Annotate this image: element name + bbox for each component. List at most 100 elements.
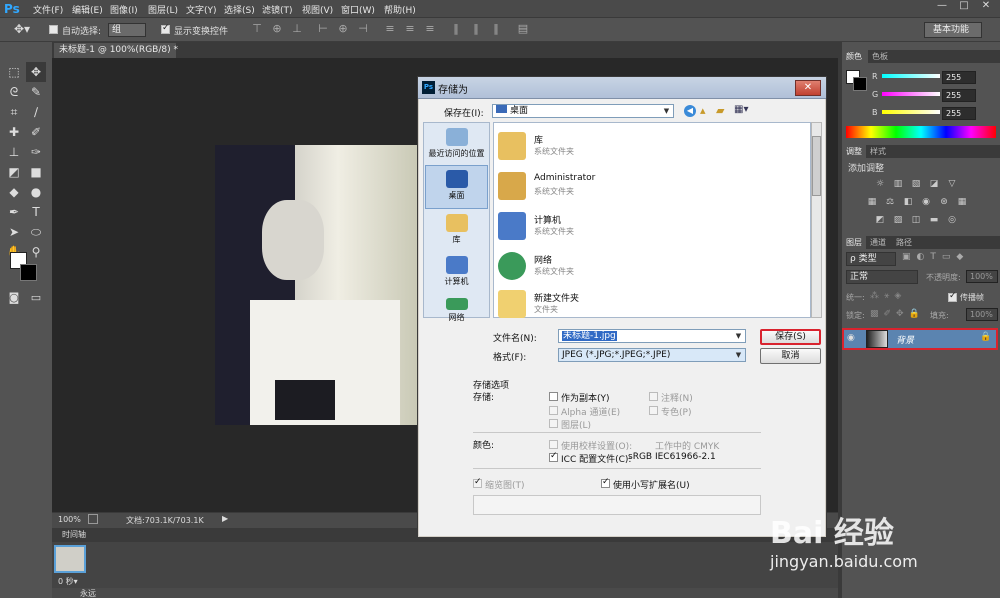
minimize-button[interactable]: —: [932, 0, 952, 14]
menu-help[interactable]: 帮助(H): [384, 3, 416, 16]
new-folder-icon[interactable]: ▰: [716, 104, 724, 117]
save-in-dropdown[interactable]: 桌面 ▼: [492, 104, 674, 118]
align-bottom-icon[interactable]: ⊥: [290, 22, 304, 36]
menu-type[interactable]: 文字(Y): [186, 3, 217, 16]
auto-select-dropdown[interactable]: 组: [108, 23, 146, 37]
path-select-tool-icon[interactable]: ➤: [4, 222, 24, 242]
type-tool-icon[interactable]: T: [26, 202, 46, 222]
background-color-swatch[interactable]: [20, 264, 37, 281]
color-spectrum-bar[interactable]: [846, 126, 996, 138]
channel-mixer-icon[interactable]: ⊛: [938, 196, 950, 208]
align-left-icon[interactable]: ⊢: [316, 22, 330, 36]
blur-tool-icon[interactable]: ◆: [4, 182, 24, 202]
move-tool-icon[interactable]: ✥: [26, 62, 46, 82]
workspace-dropdown[interactable]: 基本功能: [924, 22, 982, 38]
spot-checkbox[interactable]: [649, 406, 658, 415]
selective-color-icon[interactable]: ◎: [946, 214, 958, 226]
icc-profile-checkbox[interactable]: [549, 451, 558, 462]
b-value[interactable]: 255: [942, 107, 976, 120]
vibrance-icon[interactable]: ▽: [946, 178, 958, 190]
loop-option[interactable]: 永远: [80, 588, 96, 598]
dialog-close-button[interactable]: ✕: [795, 80, 821, 96]
menu-filter[interactable]: 滤镜(T): [262, 3, 293, 16]
brush-tool-icon[interactable]: ✐: [26, 122, 46, 142]
status-menu-arrow-icon[interactable]: ▶: [222, 514, 228, 523]
color-lookup-icon[interactable]: ▦: [956, 196, 968, 208]
tab-paths[interactable]: 路径: [892, 236, 1000, 249]
posterize-icon[interactable]: ▨: [892, 214, 904, 226]
shape-tool-icon[interactable]: ⬭: [26, 222, 46, 242]
opacity-value[interactable]: 100%: [966, 270, 998, 283]
b-slider[interactable]: [882, 110, 940, 114]
history-brush-tool-icon[interactable]: ✑: [26, 142, 46, 162]
lowercase-ext-checkbox[interactable]: [601, 477, 610, 488]
timeline-frame-thumbnail[interactable]: [54, 545, 86, 573]
back-icon[interactable]: ◀: [684, 105, 696, 117]
black-white-icon[interactable]: ◧: [902, 196, 914, 208]
status-share-icon[interactable]: [88, 514, 98, 524]
distribute-left-icon[interactable]: ‖: [449, 22, 463, 36]
notes-checkbox[interactable]: [649, 392, 658, 401]
g-slider[interactable]: [882, 92, 940, 96]
menu-layer[interactable]: 图层(L): [148, 3, 178, 16]
timeline-tab[interactable]: 时间轴: [62, 529, 86, 540]
zoom-readout[interactable]: 100%: [58, 515, 81, 524]
list-item[interactable]: 库系统文件夹: [494, 126, 794, 166]
crop-tool-icon[interactable]: ⌗: [4, 102, 24, 122]
layer-visibility-icon[interactable]: ◉: [847, 333, 855, 343]
tab-color[interactable]: 颜色: [842, 50, 868, 63]
distribute-right-icon[interactable]: ‖: [489, 22, 503, 36]
layer-filter-icons[interactable]: ▣◐T▭◆: [902, 252, 969, 262]
place-network[interactable]: 网络: [423, 294, 490, 322]
use-proof-checkbox[interactable]: [549, 440, 558, 449]
document-tab[interactable]: 未标题-1 @ 100%(RGB/8) *: [54, 43, 178, 58]
cancel-button[interactable]: 取消: [760, 348, 821, 364]
distribute-bottom-icon[interactable]: ≡: [423, 22, 437, 36]
levels-icon[interactable]: ▥: [892, 178, 904, 190]
filename-input[interactable]: 未标题-1.jpg ▼: [558, 329, 746, 343]
as-copy-checkbox[interactable]: [549, 392, 558, 401]
pen-tool-icon[interactable]: ✒: [4, 202, 24, 222]
g-value[interactable]: 255: [942, 89, 976, 102]
show-transform-checkbox[interactable]: [161, 23, 170, 34]
maximize-button[interactable]: □: [954, 0, 974, 14]
threshold-icon[interactable]: ◫: [910, 214, 922, 226]
list-item[interactable]: 计算机 系统文件夹: [494, 206, 794, 246]
close-button[interactable]: ✕: [976, 0, 996, 14]
menu-window[interactable]: 窗口(W): [341, 3, 375, 16]
distribute-top-icon[interactable]: ≡: [383, 22, 397, 36]
align-top-icon[interactable]: ⊤: [250, 22, 264, 36]
align-hcenter-icon[interactable]: ⊕: [336, 22, 350, 36]
frame-delay[interactable]: 0 秒▾: [58, 576, 78, 587]
scrollbar-thumb[interactable]: [812, 136, 821, 196]
place-recent[interactable]: 最近访问的位置: [423, 124, 490, 168]
dodge-tool-icon[interactable]: ●: [26, 182, 46, 202]
eyedropper-tool-icon[interactable]: ∕: [26, 102, 46, 122]
hue-saturation-icon[interactable]: ▦: [866, 196, 878, 208]
layer-filter-dropdown[interactable]: ρ 类型: [846, 252, 896, 266]
invert-icon[interactable]: ◩: [874, 214, 886, 226]
menu-file[interactable]: 文件(F): [33, 3, 63, 16]
distribute-vcenter-icon[interactable]: ≡: [403, 22, 417, 36]
tab-adjustments[interactable]: 调整: [842, 145, 866, 158]
eraser-tool-icon[interactable]: ◩: [4, 162, 24, 182]
color-bg-swatch[interactable]: [853, 77, 867, 91]
move-tool-preset-icon[interactable]: ✥▾: [14, 22, 30, 36]
propagate-checkbox[interactable]: [948, 291, 957, 302]
tab-styles[interactable]: 样式: [866, 145, 1000, 158]
tab-channels[interactable]: 通道: [866, 236, 892, 249]
photo-filter-icon[interactable]: ◉: [920, 196, 932, 208]
place-libraries[interactable]: 库: [423, 210, 490, 254]
r-value[interactable]: 255: [942, 71, 976, 84]
format-dropdown[interactable]: JPEG (*.JPG;*.JPEG;*.JPE) ▼: [558, 348, 746, 362]
layers-checkbox[interactable]: [549, 419, 558, 428]
unify-icons[interactable]: ⁂⚹◈: [870, 291, 906, 301]
lasso-tool-icon[interactable]: ᘓ: [4, 82, 24, 102]
zoom-tool-icon[interactable]: ⚲: [26, 242, 46, 262]
menu-select[interactable]: 选择(S): [224, 3, 255, 16]
auto-select-checkbox[interactable]: [49, 25, 58, 34]
menu-view[interactable]: 视图(V): [302, 3, 333, 16]
screen-mode-icon[interactable]: ▭: [26, 288, 46, 308]
curves-icon[interactable]: ▧: [910, 178, 922, 190]
gradient-tool-icon[interactable]: ■: [26, 162, 46, 182]
